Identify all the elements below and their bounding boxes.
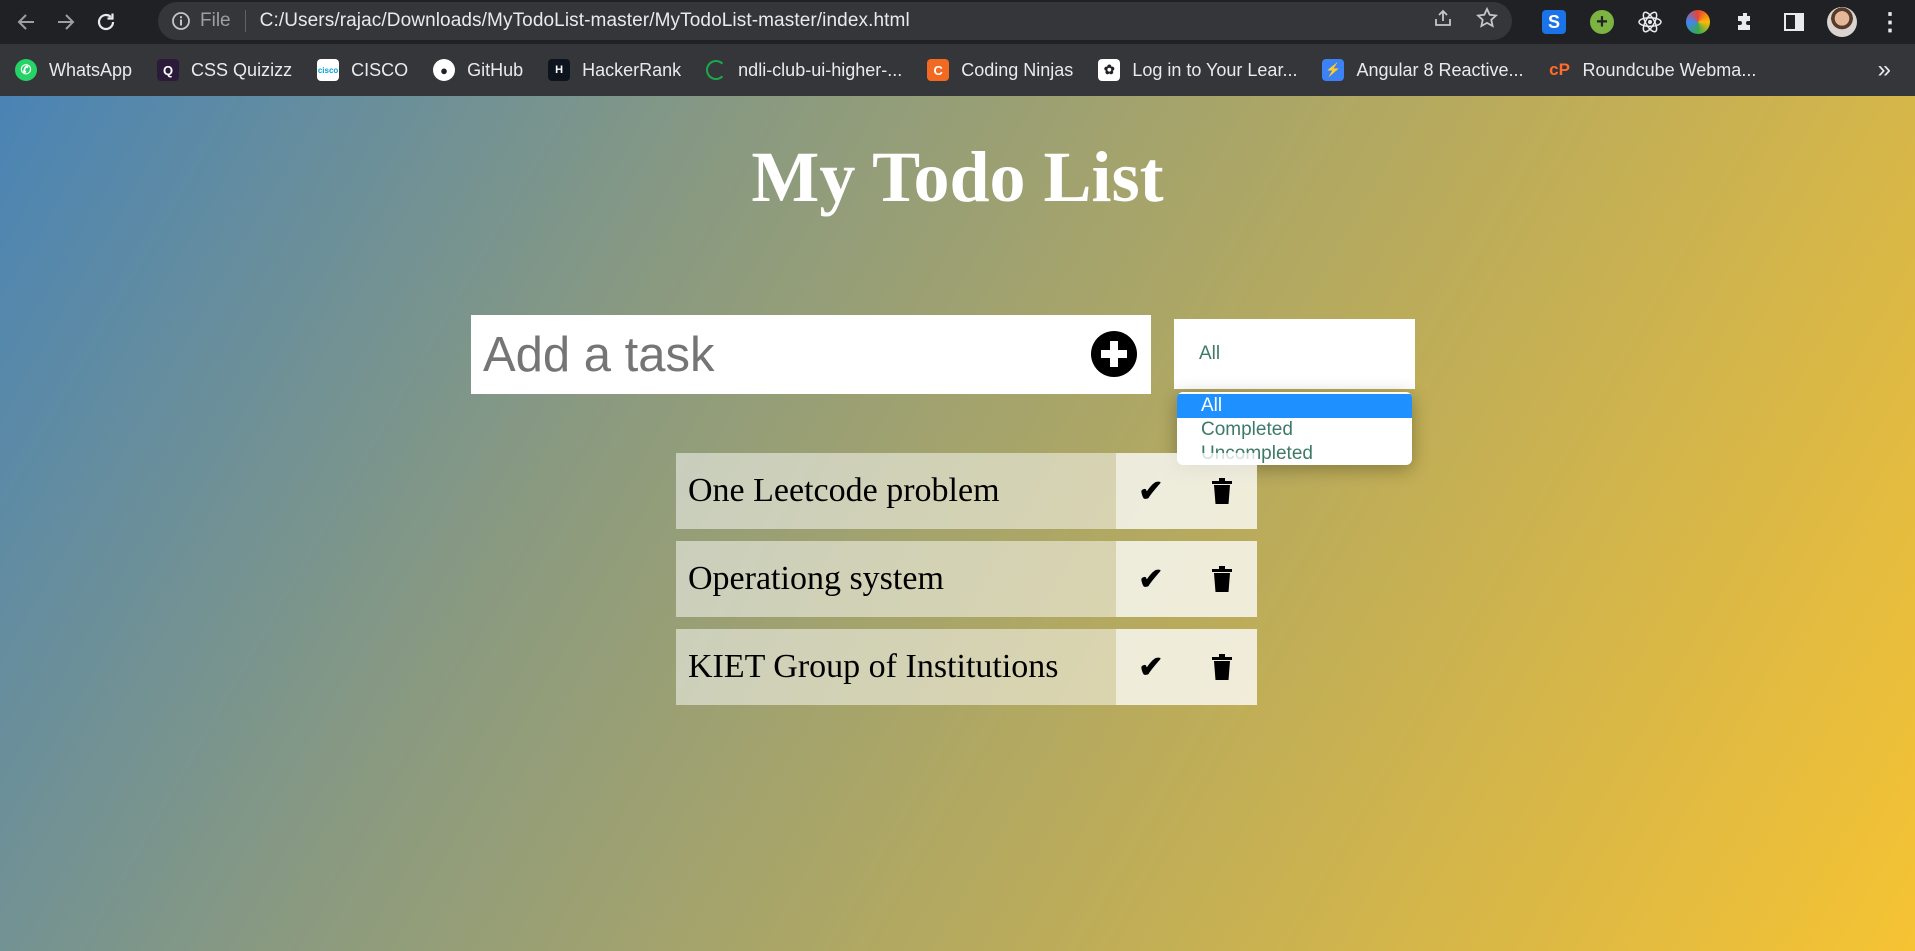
delete-button[interactable] <box>1186 629 1257 705</box>
url-text[interactable]: C:/Users/rajac/Downloads/MyTodoList-mast… <box>260 10 910 32</box>
bookmark-label: HackerRank <box>582 59 682 80</box>
page-viewport: My Todo List All All Completed Uncomplet… <box>0 96 1915 951</box>
omnibox-divider <box>244 10 246 32</box>
quizizz-icon: Q <box>157 59 180 81</box>
browser-toolbar: File C:/Users/rajac/Downloads/MyTodoList… <box>0 0 1915 44</box>
bookmark-whatsapp[interactable]: ✆ WhatsApp <box>0 44 142 96</box>
delete-button[interactable] <box>1186 453 1257 529</box>
scheme-label: File <box>200 10 231 31</box>
cpanel-icon: cP <box>1549 60 1570 79</box>
puzzle-extensions-icon[interactable] <box>1722 0 1770 44</box>
reload-button[interactable] <box>86 2 126 42</box>
trash-icon <box>1211 478 1232 504</box>
check-icon: ✔ <box>1138 650 1164 684</box>
site-info-icon[interactable] <box>168 8 194 34</box>
bookmark-hackerrank[interactable]: H HackerRank <box>533 44 691 96</box>
coding-ninjas-icon: C <box>927 59 950 81</box>
complete-button[interactable]: ✔ <box>1116 541 1186 617</box>
bookmark-label: Angular 8 Reactive... <box>1356 59 1524 80</box>
filter-option-all[interactable]: All <box>1177 394 1412 418</box>
bookmark-label: GitHub <box>467 59 524 80</box>
filter-option-completed[interactable]: Completed <box>1177 418 1412 442</box>
extensions-bar: S + ⋮ <box>1530 0 1914 44</box>
arrow-right-icon <box>58 14 75 30</box>
react-devtools-icon[interactable] <box>1626 0 1674 44</box>
browser-menu-icon[interactable]: ⋮ <box>1866 0 1914 44</box>
todo-text: One Leetcode problem <box>688 472 1000 509</box>
forward-button[interactable] <box>46 2 86 42</box>
check-icon: ✔ <box>1138 562 1164 596</box>
check-icon: ✔ <box>1138 474 1164 508</box>
cisco-icon: cisco <box>317 59 340 81</box>
task-form <box>471 315 1151 394</box>
bolt-icon: ⚡ <box>1322 59 1345 81</box>
bookmark-coding-ninjas[interactable]: C Coding Ninjas <box>912 44 1083 96</box>
bookmarks-bar: ✆ WhatsApp Q CSS Quizizz cisco CISCO ● G… <box>0 44 1915 96</box>
github-icon: ● <box>433 59 456 81</box>
reload-icon <box>97 13 115 31</box>
address-bar[interactable]: File C:/Users/rajac/Downloads/MyTodoList… <box>158 2 1512 40</box>
profile-avatar[interactable] <box>1818 0 1866 44</box>
bookmark-angular[interactable]: ⚡ Angular 8 Reactive... <box>1307 44 1533 96</box>
add-task-button[interactable] <box>1091 331 1137 377</box>
color-picker-extension-icon[interactable] <box>1674 0 1722 44</box>
more-bookmarks-button[interactable]: » <box>1878 44 1891 96</box>
loading-ring-icon <box>706 60 727 80</box>
todo-text: KIET Group of Institutions <box>688 648 1059 685</box>
bookmark-label: CSS Quizizz <box>191 59 293 80</box>
side-panel-icon[interactable] <box>1770 0 1818 44</box>
task-input[interactable] <box>471 315 1083 394</box>
extension-plus-icon[interactable]: + <box>1578 0 1626 44</box>
bookmark-label: CISCO <box>351 59 409 80</box>
bookmark-star-icon[interactable] <box>1475 6 1499 35</box>
trash-icon <box>1211 654 1232 680</box>
share-icon[interactable] <box>1432 7 1454 35</box>
bookmark-cisco[interactable]: cisco CISCO <box>302 44 418 96</box>
extension-s-icon[interactable]: S <box>1530 0 1578 44</box>
bookmark-label: Log in to Your Lear... <box>1132 59 1298 80</box>
page-title: My Todo List <box>751 137 1164 217</box>
bookmark-label: ndli-club-ui-higher-... <box>738 59 903 80</box>
trash-icon <box>1211 566 1232 592</box>
todo-item: KIET Group of Institutions ✔ <box>676 629 1257 705</box>
todo-item: Operationg system ✔ <box>676 541 1257 617</box>
whatsapp-icon: ✆ <box>15 59 37 81</box>
hackerrank-icon: H <box>548 59 571 81</box>
bookmark-quizizz[interactable]: Q CSS Quizizz <box>142 44 302 96</box>
arrow-left-icon <box>17 14 34 30</box>
todo-text: Operationg system <box>688 560 944 597</box>
complete-button[interactable]: ✔ <box>1116 629 1186 705</box>
bookmark-learning[interactable]: ✿ Log in to Your Lear... <box>1083 44 1307 96</box>
omnibox-actions <box>1432 2 1499 40</box>
learning-icon: ✿ <box>1098 59 1121 81</box>
bookmark-label: WhatsApp <box>49 59 133 80</box>
bookmark-roundcube[interactable]: cP Roundcube Webma... <box>1534 44 1767 96</box>
filter-select[interactable]: All <box>1174 319 1415 389</box>
back-button[interactable] <box>6 2 46 42</box>
todo-item: One Leetcode problem ✔ <box>676 453 1257 529</box>
bookmark-ndli-club[interactable]: ndli-club-ui-higher-... <box>691 44 912 96</box>
bookmark-github[interactable]: ● GitHub <box>418 44 533 96</box>
bookmark-label: Roundcube Webma... <box>1582 59 1757 80</box>
delete-button[interactable] <box>1186 541 1257 617</box>
complete-button[interactable]: ✔ <box>1116 453 1186 529</box>
bookmark-label: Coding Ninjas <box>961 59 1074 80</box>
